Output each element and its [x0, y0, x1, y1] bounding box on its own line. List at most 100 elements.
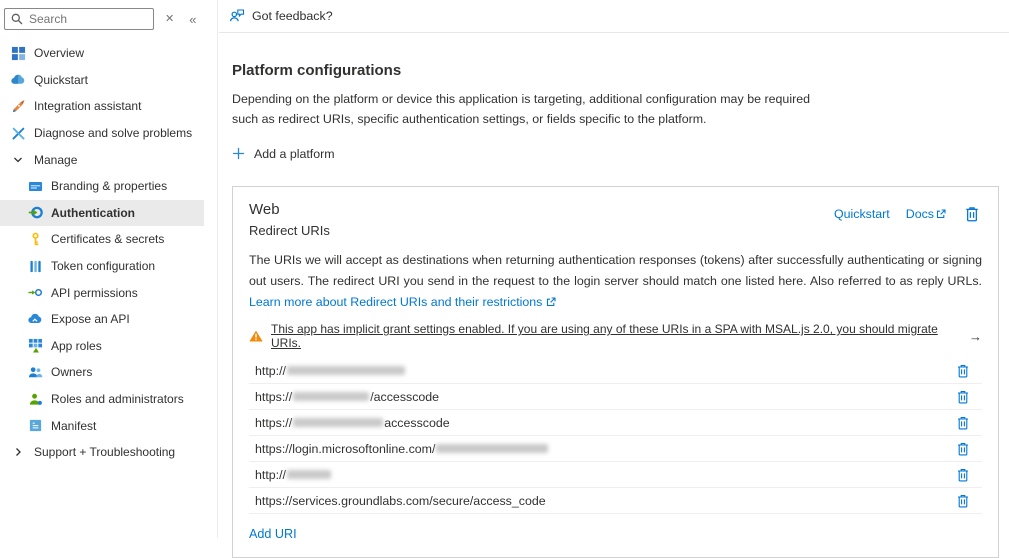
sidebar-item-api-permissions[interactable]: API permissions	[0, 279, 204, 306]
delete-uri-button[interactable]	[954, 362, 972, 380]
web-platform-card: Web Redirect URIs Quickstart Docs The UR…	[232, 186, 999, 558]
redirect-uri-value: https://services.groundlabs.com/secure/a…	[255, 494, 546, 508]
delete-uri-button[interactable]	[954, 440, 972, 458]
redirect-uri-value: https:///accesscode	[255, 390, 439, 404]
sidebar-group-support-troubleshooting[interactable]: Support + Troubleshooting	[0, 439, 204, 466]
redacted-text	[293, 418, 383, 427]
redirect-uri-value: http://	[255, 468, 332, 482]
sidebar: ✕ « Overview Quickstart Integration assi…	[0, 0, 218, 538]
sidebar-group-manage[interactable]: Manage	[0, 146, 204, 173]
redirect-uri-row: https://login.microsoftonline.com/	[249, 436, 982, 462]
search-dismiss-icon[interactable]: ✕	[161, 10, 178, 29]
docs-link[interactable]: Docs	[906, 207, 946, 221]
sidebar-item-authentication[interactable]: Authentication	[0, 200, 204, 227]
external-link-icon	[546, 297, 556, 307]
redirect-uri-value: https://accesscode	[255, 416, 450, 430]
sidebar-nav: Overview Quickstart Integration assistan…	[0, 40, 217, 466]
feedback-label: Got feedback?	[252, 9, 333, 23]
sidebar-item-label: Authentication	[51, 206, 135, 220]
sidebar-item-label: Integration assistant	[34, 99, 141, 113]
add-uri-link[interactable]: Add URI	[249, 527, 297, 541]
sidebar-item-label: Token configuration	[51, 259, 155, 273]
redirect-uri-value: https://login.microsoftonline.com/	[255, 442, 549, 456]
warning-message-link[interactable]: This app has implicit grant settings ena…	[271, 322, 959, 350]
add-platform-label: Add a platform	[254, 147, 335, 161]
card-actions: Quickstart Docs	[834, 204, 982, 224]
redirect-uri-row: http://	[249, 462, 982, 488]
learn-more-link[interactable]: Learn more about Redirect URIs and their…	[249, 295, 542, 309]
card-header: Web Redirect URIs Quickstart Docs	[249, 201, 982, 238]
redirect-uri-row: http://	[249, 358, 982, 384]
search-input[interactable]	[29, 12, 147, 26]
quickstart-link[interactable]: Quickstart	[834, 207, 890, 221]
warning-icon	[249, 330, 263, 342]
sidebar-item-label: Certificates & secrets	[51, 232, 164, 246]
delete-platform-button[interactable]	[962, 204, 982, 224]
app-roles-icon	[27, 338, 43, 354]
sidebar-item-overview[interactable]: Overview	[0, 40, 204, 67]
authentication-icon	[27, 205, 43, 221]
roles-administrators-icon	[27, 391, 43, 407]
got-feedback-button[interactable]: Got feedback?	[229, 8, 333, 24]
sidebar-item-label: Overview	[34, 46, 84, 60]
redirect-uri-list: http:// https:///accesscode https://acce…	[249, 358, 982, 514]
redirect-uris-subtitle: Redirect URIs	[249, 223, 330, 238]
sidebar-item-diagnose[interactable]: Diagnose and solve problems	[0, 120, 204, 147]
sidebar-item-owners[interactable]: Owners	[0, 359, 204, 386]
redirect-uri-row: https://services.groundlabs.com/secure/a…	[249, 488, 982, 514]
card-titles: Web Redirect URIs	[249, 201, 330, 238]
redirect-uri-value: http://	[255, 364, 406, 378]
sidebar-item-label: Support + Troubleshooting	[34, 445, 175, 459]
api-permissions-icon	[27, 285, 43, 301]
command-bar: Got feedback?	[219, 0, 1009, 33]
sidebar-item-roles-administrators[interactable]: Roles and administrators	[0, 386, 204, 413]
manifest-icon	[27, 418, 43, 434]
redirect-uri-row: https:///accesscode	[249, 384, 982, 410]
cloud-icon	[27, 311, 43, 327]
quickstart-icon	[10, 72, 26, 88]
chevron-right-icon	[10, 444, 26, 460]
delete-uri-button[interactable]	[954, 492, 972, 510]
redirect-uris-description: The URIs we will accept as destinations …	[249, 250, 982, 313]
sidebar-item-label: Quickstart	[34, 73, 88, 87]
sidebar-item-integration-assistant[interactable]: Integration assistant	[0, 93, 204, 120]
delete-uri-button[interactable]	[954, 388, 972, 406]
plus-icon	[232, 147, 245, 160]
arrow-right-icon[interactable]: →	[969, 329, 982, 344]
sidebar-item-label: API permissions	[51, 286, 138, 300]
main-content: Platform configurations Depending on the…	[232, 33, 1009, 538]
owners-icon	[27, 364, 43, 380]
sidebar-search-row: ✕ «	[4, 8, 217, 30]
search-box[interactable]	[4, 8, 154, 30]
search-icon	[11, 13, 23, 25]
platform-title: Web	[249, 201, 330, 218]
key-icon	[27, 231, 43, 247]
sidebar-item-certificates[interactable]: Certificates & secrets	[0, 226, 204, 253]
overview-icon	[10, 45, 26, 61]
sidebar-item-branding[interactable]: Branding & properties	[0, 173, 204, 200]
tools-icon	[10, 125, 26, 141]
feedback-icon	[229, 8, 245, 24]
token-configuration-icon	[27, 258, 43, 274]
redacted-text	[436, 444, 548, 453]
sidebar-item-token-configuration[interactable]: Token configuration	[0, 253, 204, 280]
sidebar-item-app-roles[interactable]: App roles	[0, 333, 204, 360]
sidebar-item-expose-api[interactable]: Expose an API	[0, 306, 204, 333]
redirect-uri-row: https://accesscode	[249, 410, 982, 436]
sidebar-item-label: Manage	[34, 153, 77, 167]
add-platform-button[interactable]: Add a platform	[232, 147, 335, 161]
sidebar-item-quickstart[interactable]: Quickstart	[0, 67, 204, 94]
external-link-icon	[936, 209, 946, 219]
redacted-text	[287, 470, 331, 479]
delete-uri-button[interactable]	[954, 466, 972, 484]
redacted-text	[287, 366, 405, 375]
sidebar-item-label: Diagnose and solve problems	[34, 126, 192, 140]
sidebar-item-manifest[interactable]: Manifest	[0, 412, 204, 439]
chevron-down-icon	[10, 152, 26, 168]
sidebar-item-label: Manifest	[51, 419, 96, 433]
sidebar-item-label: Owners	[51, 365, 92, 379]
docs-label: Docs	[906, 207, 934, 221]
sidebar-collapse-icon[interactable]: «	[185, 9, 200, 30]
page-title: Platform configurations	[232, 62, 1009, 79]
delete-uri-button[interactable]	[954, 414, 972, 432]
